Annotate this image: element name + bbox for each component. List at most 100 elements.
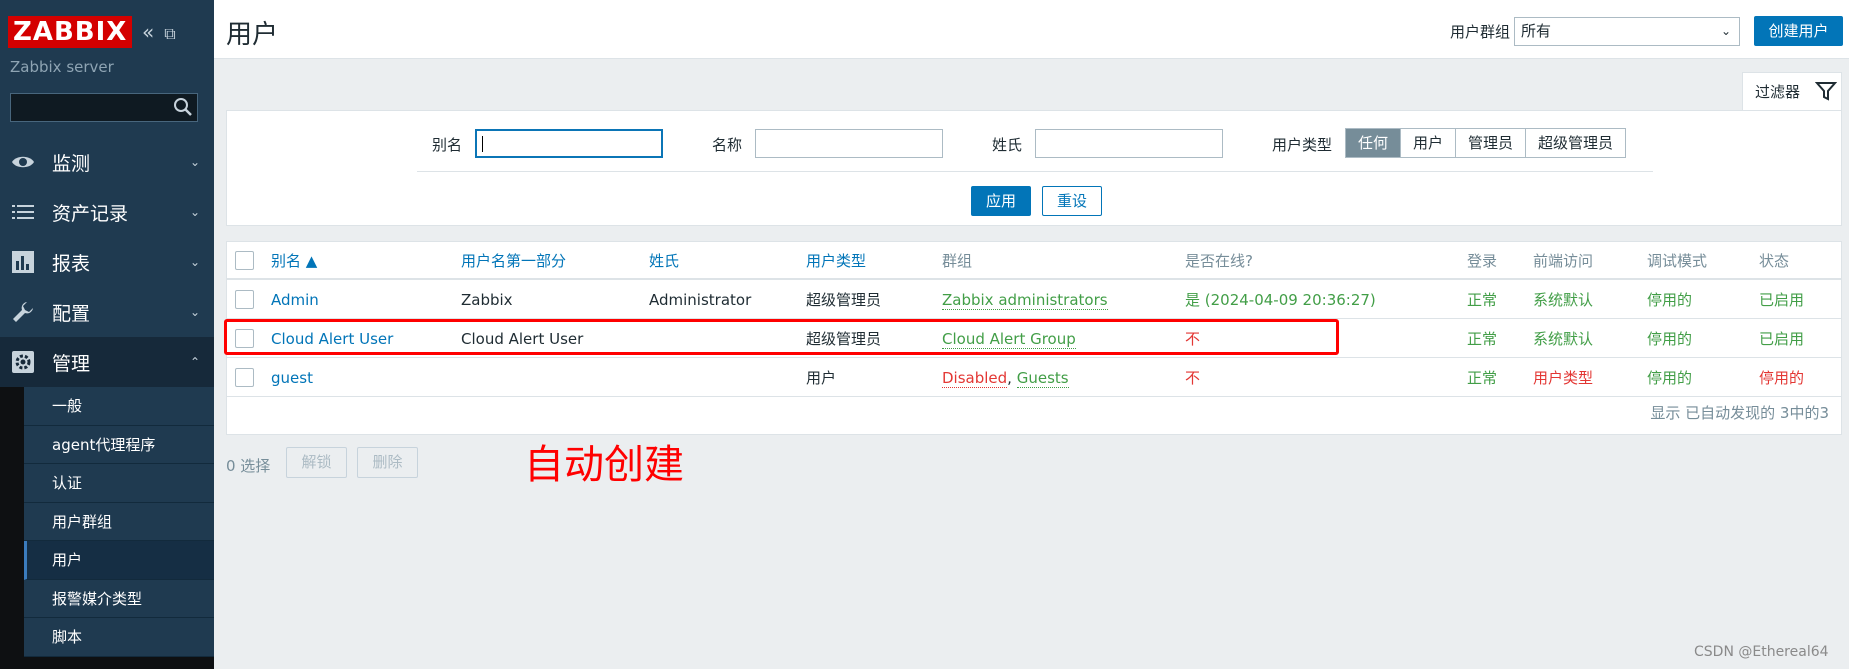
unlock-button[interactable]: 解锁 [286, 447, 347, 478]
page-title: 用户 [226, 20, 279, 50]
group-separator: , [1007, 369, 1017, 387]
submenu-item-users[interactable]: 用户 [24, 541, 214, 580]
user-frontend-access[interactable]: 系统默认 [1533, 281, 1593, 319]
user-groups-link[interactable]: Zabbix administrators [942, 281, 1108, 319]
create-user-button[interactable]: 创建用户 [1754, 16, 1843, 46]
user-status[interactable]: 停用的 [1759, 359, 1804, 397]
user-frontend-access[interactable]: 系统默认 [1533, 320, 1593, 358]
chevron-up-icon: ⌃ [190, 355, 201, 369]
group-link-guests[interactable]: Guests [1016, 369, 1069, 388]
chevron-down-icon: ⌄ [1720, 24, 1731, 38]
kiosk-mode-icon[interactable]: ⧉ [164, 24, 175, 43]
user-alias-link[interactable]: guest [271, 359, 313, 397]
menu-reports[interactable]: 报表 ⌄ [0, 237, 214, 287]
annotation-text: 自动创建 [524, 442, 684, 488]
user-login-status: 正常 [1467, 369, 1498, 387]
user-surname: Administrator [649, 291, 752, 309]
col-online: 是否在线? [1185, 252, 1253, 270]
filter-icon [1815, 82, 1837, 101]
eye-icon [12, 156, 34, 168]
menu-configuration[interactable]: 配置 ⌄ [0, 287, 214, 337]
col-user-type[interactable]: 用户类型 [806, 242, 866, 280]
user-debug-mode[interactable]: 停用的 [1647, 320, 1692, 358]
menu-monitoring-label: 监测 [52, 152, 91, 175]
col-alias[interactable]: 别名 ▲ [271, 242, 317, 280]
user-online-status: 是 (2024-04-09 20:36:27) [1185, 291, 1376, 309]
collapse-sidebar-icon[interactable]: « [142, 20, 154, 44]
submenu-item-media-types[interactable]: 报警媒介类型 [24, 580, 214, 618]
wrench-icon [13, 302, 33, 322]
zabbix-logo[interactable]: ZABBIX [8, 16, 133, 48]
col-status: 状态 [1759, 252, 1790, 270]
row-checkbox[interactable] [235, 290, 254, 309]
gear-icon [12, 351, 34, 373]
alias-input[interactable] [475, 129, 663, 158]
user-type: 用户 [806, 369, 837, 387]
chevron-down-icon: ⌄ [190, 305, 201, 319]
select-all-checkbox[interactable] [235, 251, 254, 270]
user-status[interactable]: 已启用 [1759, 320, 1804, 358]
menu-monitoring[interactable]: 监测 ⌄ [0, 137, 214, 187]
table-footer-count: 显示 已自动发现的 3中的3 [1650, 404, 1829, 422]
name-input[interactable] [755, 129, 943, 158]
user-login-status: 正常 [1467, 291, 1498, 309]
surname-input[interactable] [1035, 129, 1223, 158]
menu-reports-label: 报表 [52, 252, 91, 275]
filter-tab[interactable]: 过滤器 [1742, 72, 1842, 112]
user-type-any[interactable]: 任何 [1346, 129, 1402, 157]
user-type-user[interactable]: 用户 [1401, 129, 1457, 157]
menu-inventory-label: 资产记录 [52, 202, 129, 225]
chevron-down-icon: ⌄ [190, 155, 201, 169]
user-type-label: 用户类型 [1272, 136, 1333, 154]
user-type-super-admin[interactable]: 超级管理员 [1526, 129, 1626, 157]
menu-administration-label: 管理 [52, 352, 91, 375]
user-alias-link[interactable]: Admin [271, 281, 319, 319]
user-name: Zabbix [461, 291, 513, 309]
user-type-admin[interactable]: 管理员 [1456, 129, 1527, 157]
chevron-down-icon: ⌄ [190, 205, 201, 219]
sidebar: ZABBIX «⧉ Zabbix server 监测 ⌄ 资产记录 ⌄ 报表 ⌄… [0, 0, 214, 669]
filter-tab-label: 过滤器 [1755, 83, 1801, 101]
user-online-status: 不 [1185, 369, 1201, 387]
menu-administration[interactable]: 管理 ⌃ [0, 337, 214, 387]
col-name[interactable]: 用户名第一部分 [461, 242, 566, 280]
delete-button[interactable]: 删除 [357, 447, 418, 478]
sidebar-controls: «⧉ [142, 20, 186, 44]
user-login-status: 正常 [1467, 330, 1498, 348]
user-frontend-access[interactable]: 用户类型 [1533, 359, 1593, 397]
surname-label: 姓氏 [992, 136, 1023, 154]
col-login: 登录 [1467, 252, 1498, 270]
group-link-disabled[interactable]: Disabled [942, 369, 1008, 388]
submenu-item-proxies[interactable]: agent代理程序 [24, 426, 214, 464]
server-name: Zabbix server [10, 58, 114, 76]
row-checkbox[interactable] [235, 368, 254, 387]
submenu-item-general[interactable]: 一般 [24, 387, 214, 426]
sidebar-search-input[interactable] [10, 93, 198, 122]
alias-label: 别名 [432, 136, 463, 154]
menu-inventory[interactable]: 资产记录 ⌄ [0, 187, 214, 237]
user-group-select-value: 所有 [1521, 22, 1552, 40]
submenu-item-authentication[interactable]: 认证 [24, 464, 214, 503]
col-surname[interactable]: 姓氏 [649, 242, 679, 280]
user-group-filter-label: 用户群组 [1450, 23, 1511, 41]
filter-panel: 别名 名称 姓氏 用户类型 任何 用户 管理员 超级管理员 应用 重设 [226, 110, 1842, 226]
user-debug-mode[interactable]: 停用的 [1647, 281, 1692, 319]
annotation-highlight-box [224, 319, 1339, 355]
user-status[interactable]: 已启用 [1759, 281, 1804, 319]
user-groups-links: Disabled, Guests [942, 359, 1069, 397]
administration-submenu: 一般 agent代理程序 认证 用户群组 用户 报警媒介类型 脚本 [24, 387, 214, 657]
table-row: guest 用户 Disabled, Guests 不 正常 用户类型 停用的 … [227, 359, 1841, 397]
apply-button[interactable]: 应用 [971, 186, 1031, 216]
filter-divider [417, 171, 1653, 172]
user-type-segmented: 任何 用户 管理员 超级管理员 [1345, 128, 1627, 158]
user-debug-mode[interactable]: 停用的 [1647, 359, 1692, 397]
bar-chart-icon [12, 251, 34, 273]
submenu-item-user-groups[interactable]: 用户群组 [24, 503, 214, 541]
col-frontend-access: 前端访问 [1533, 252, 1594, 270]
selected-count: 0 选择 [226, 457, 271, 475]
group-link[interactable]: Zabbix administrators [942, 291, 1108, 310]
user-group-select[interactable]: 所有 ⌄ [1514, 17, 1740, 46]
reset-button[interactable]: 重设 [1042, 186, 1102, 216]
submenu-item-scripts[interactable]: 脚本 [24, 618, 214, 657]
search-icon[interactable] [172, 96, 194, 118]
